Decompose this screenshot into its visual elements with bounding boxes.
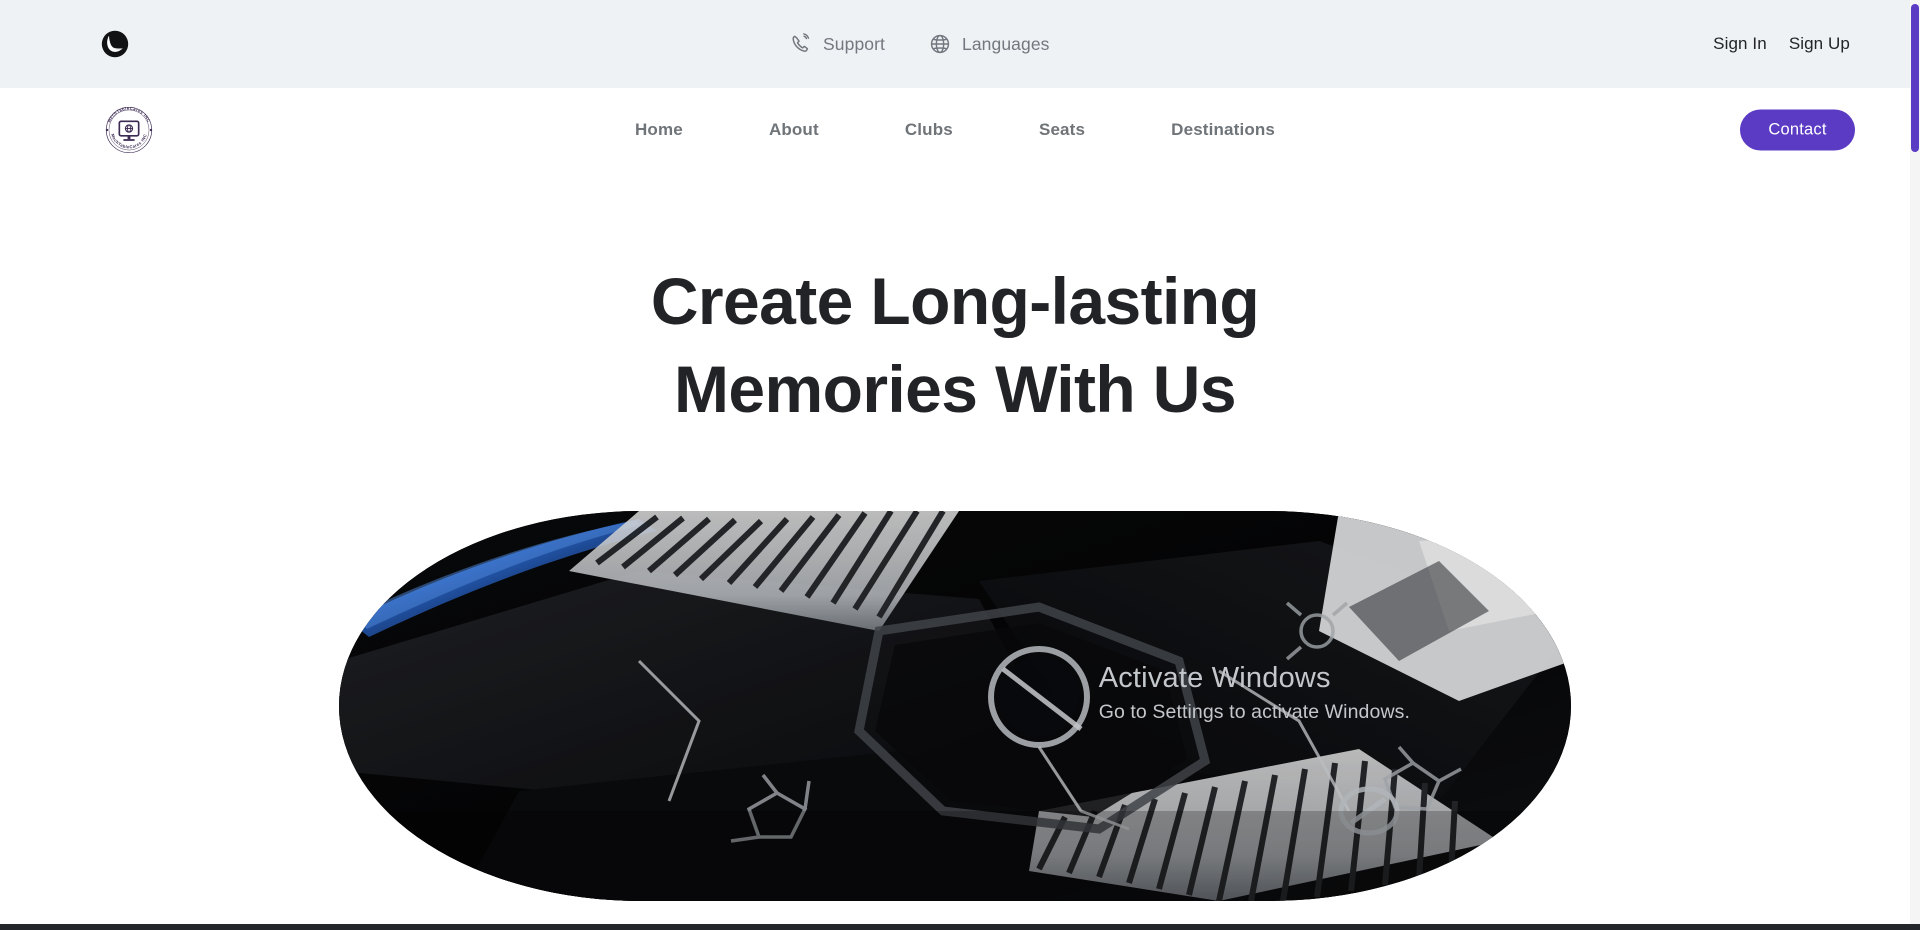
top-utility-bar: Support Languages Sign In Sign Up — [0, 0, 1910, 88]
languages-link-label: Languages — [962, 33, 1050, 54]
bottom-edge-strip — [0, 924, 1920, 930]
page-title: Create Long-lasting Memories With Us — [0, 258, 1910, 434]
page-title-line-2: Memories With Us — [674, 351, 1237, 426]
nav-item-home[interactable]: Home — [635, 120, 683, 140]
turkish-airlines-bird-icon — [101, 30, 129, 58]
vertical-scrollbar-thumb[interactable] — [1911, 4, 1919, 152]
hero-image-artwork — [339, 511, 1571, 901]
page-title-line-1: Create Long-lasting — [650, 264, 1260, 338]
airline-brand-logo[interactable] — [100, 29, 130, 59]
support-link-label: Support — [823, 33, 885, 54]
sign-up-link[interactable]: Sign Up — [1789, 34, 1850, 54]
globe-icon — [929, 33, 951, 55]
page-root: Support Languages Sign In Sign Up MechTa… — [0, 0, 1920, 930]
phone-ringing-icon — [790, 33, 812, 55]
monitor-globe-icon — [118, 120, 140, 141]
hero-image — [339, 511, 1571, 901]
nav-item-destinations[interactable]: Destinations — [1171, 120, 1275, 140]
nav-item-about[interactable]: About — [769, 120, 819, 140]
support-link[interactable]: Support — [790, 33, 885, 55]
contact-button[interactable]: Contact — [1740, 109, 1855, 151]
sign-in-link[interactable]: Sign In — [1713, 34, 1767, 54]
languages-link[interactable]: Languages — [929, 33, 1050, 55]
auth-links: Sign In Sign Up — [1713, 34, 1850, 54]
nav-item-clubs[interactable]: Clubs — [905, 120, 953, 140]
mechtablecares-badge-logo: MechTableCares INC MechTableCares INC — [105, 106, 153, 154]
nav-links: Home About Clubs Seats Destinations — [635, 120, 1275, 140]
nav-item-seats[interactable]: Seats — [1039, 120, 1085, 140]
hero-section: Create Long-lasting Memories With Us — [0, 172, 1910, 930]
utility-links: Support Languages — [790, 33, 1050, 55]
site-logo[interactable]: MechTableCares INC MechTableCares INC — [100, 101, 158, 159]
vertical-scrollbar-track[interactable] — [1910, 0, 1920, 930]
main-navigation-bar: MechTableCares INC MechTableCares INC Ho… — [0, 88, 1910, 172]
